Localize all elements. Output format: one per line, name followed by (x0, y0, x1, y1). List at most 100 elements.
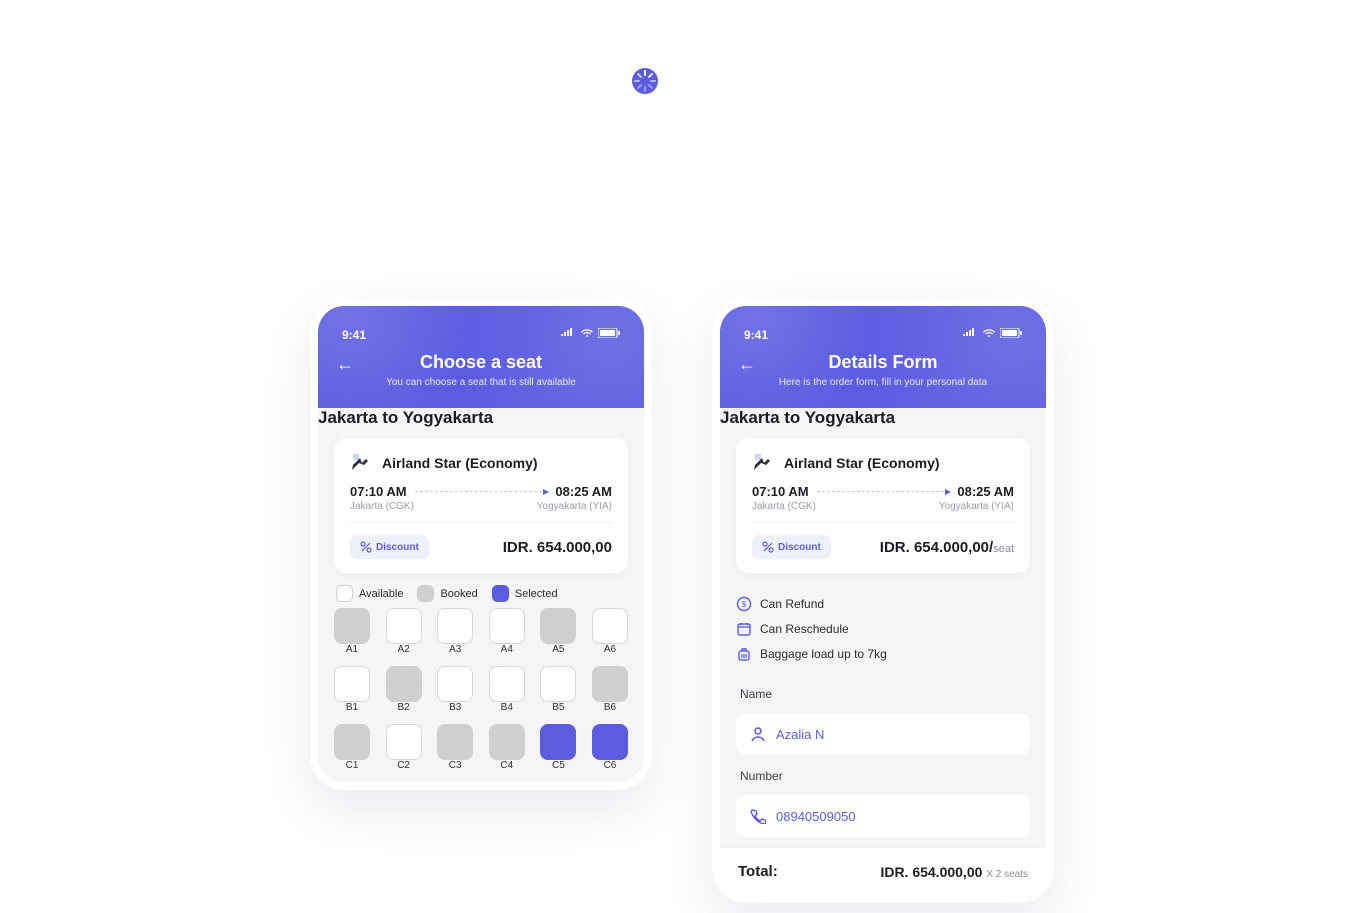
discount-badge[interactable]: Discount (350, 535, 429, 559)
status-icons (560, 328, 620, 342)
seat-block: B4 (489, 666, 525, 719)
seat-row: A1 A2 A3 A4 A5 A6 (334, 608, 628, 661)
seat-block: A1 (334, 608, 370, 661)
seat-label: B5 (552, 702, 564, 713)
seat-A6[interactable] (592, 608, 628, 644)
number-value: 08940509050 (776, 809, 856, 824)
legend-booked: Booked (440, 588, 477, 600)
seat-B2 (386, 666, 422, 702)
discount-label: Discount (778, 542, 821, 553)
arrive-time: 08:25 AM (957, 484, 1014, 499)
airplane-icon (752, 452, 774, 474)
benefit-reschedule: Can Reschedule (736, 621, 1030, 637)
number-label: Number (720, 763, 1046, 789)
phone-details-form: 9:41 ← Details Form Here is the order fo… (712, 298, 1054, 903)
legend-selected: Selected (515, 588, 558, 600)
discount-badge[interactable]: Discount (752, 535, 831, 559)
discount-label: Discount (376, 542, 419, 553)
arrive-place: Yogyakarta (YIA) (537, 501, 612, 512)
seat-A3[interactable] (437, 608, 473, 644)
legend-box-available (336, 585, 353, 602)
seat-block: C5 (540, 724, 576, 777)
back-button[interactable]: ← (336, 354, 354, 375)
seat-B1[interactable] (334, 666, 370, 702)
seat-A5 (540, 608, 576, 644)
user-icon (750, 726, 766, 742)
baggage-icon (736, 646, 752, 662)
seat-block: A3 (437, 608, 473, 661)
seat-C2[interactable] (386, 724, 422, 760)
price: IDR. 654.000,00 (503, 539, 612, 556)
refund-icon: $ (736, 596, 752, 612)
flight-divider (415, 491, 548, 492)
route-title: Jakarta to Yogyakarta (720, 408, 1046, 428)
airline-name: Airland Star (Economy) (784, 455, 940, 471)
seat-row: B1B2B3B4B5B6 (334, 666, 628, 719)
route-title: Jakarta to Yogyakarta (318, 408, 644, 428)
signal-icon (962, 328, 978, 338)
seat-B5[interactable] (540, 666, 576, 702)
status-time: 9:41 (342, 328, 366, 342)
legend-box-selected (492, 585, 509, 602)
depart-place: Jakarta (CGK) (350, 501, 414, 512)
status-bar: 9:41 (720, 318, 1046, 352)
name-value: Azalia N (776, 727, 824, 742)
seat-C5[interactable] (540, 724, 576, 760)
svg-text:$: $ (742, 600, 747, 609)
percent-icon (762, 541, 774, 553)
seat-block: A6 (592, 608, 628, 661)
seat-row: C1C2C3C4C5C6 (334, 724, 628, 777)
legend-box-booked (417, 585, 434, 602)
flight-card: Airland Star (Economy) 07:10 AM 08:25 AM… (736, 438, 1030, 573)
arrive-time: 08:25 AM (555, 484, 612, 499)
seat-label: C4 (500, 760, 513, 771)
seat-label: B1 (346, 702, 358, 713)
seat-B4[interactable] (489, 666, 525, 702)
seat-A4[interactable] (489, 608, 525, 644)
seat-block: C6 (592, 724, 628, 777)
seat-block: B6 (592, 666, 628, 719)
seat-block: C2 (386, 724, 422, 777)
page-subtitle: You can choose a seat that is still avai… (318, 377, 644, 388)
depart-place: Jakarta (CGK) (752, 501, 816, 512)
legend-available: Available (359, 588, 403, 600)
status-icons (962, 328, 1022, 342)
benefit-refund: $ Can Refund (736, 596, 1030, 612)
seat-block: C4 (489, 724, 525, 777)
seat-label: B3 (449, 702, 461, 713)
seat-label: B4 (501, 702, 513, 713)
seat-block: A4 (489, 608, 525, 661)
seat-A1 (334, 608, 370, 644)
seat-block: B3 (437, 666, 473, 719)
benefit-baggage: Baggage load up to 7kg (736, 646, 1030, 662)
seat-A2[interactable] (386, 608, 422, 644)
flight-card: Airland Star (Economy) 07:10 AM 08:25 AM… (334, 438, 628, 573)
total-value: IDR. 654.000,00 X 2 seats (880, 864, 1028, 880)
seat-C6[interactable] (592, 724, 628, 760)
seat-C3 (437, 724, 473, 760)
name-label: Name (720, 681, 1046, 707)
seat-label: A3 (449, 644, 461, 655)
seat-C4 (489, 724, 525, 760)
seat-block: B1 (334, 666, 370, 719)
number-input[interactable]: 08940509050 (736, 795, 1030, 837)
wifi-icon (982, 328, 996, 338)
battery-icon (598, 328, 620, 338)
seat-label: C3 (449, 760, 462, 771)
seat-label: A2 (397, 644, 409, 655)
page-title: Details Form (720, 352, 1046, 373)
seat-B3[interactable] (437, 666, 473, 702)
name-input[interactable]: Azalia N (736, 713, 1030, 755)
seat-label: A4 (501, 644, 513, 655)
page-title: Choose a seat (318, 352, 644, 373)
seat-block: B5 (540, 666, 576, 719)
phone-choose-seat: 9:41 ← Choose a seat You can choose a se… (310, 298, 652, 790)
seat-block: A5 (540, 608, 576, 661)
seat-grid: A1A2A3A4A5A6B1B2B3B4B5B6C1C2C3C4C5C6 (318, 608, 644, 777)
battery-icon (1000, 328, 1022, 338)
spinner-icon (632, 68, 658, 94)
wifi-icon (580, 328, 594, 338)
status-bar: 9:41 (318, 318, 644, 352)
back-button[interactable]: ← (738, 354, 756, 375)
spinner-icon-badge (632, 68, 658, 94)
